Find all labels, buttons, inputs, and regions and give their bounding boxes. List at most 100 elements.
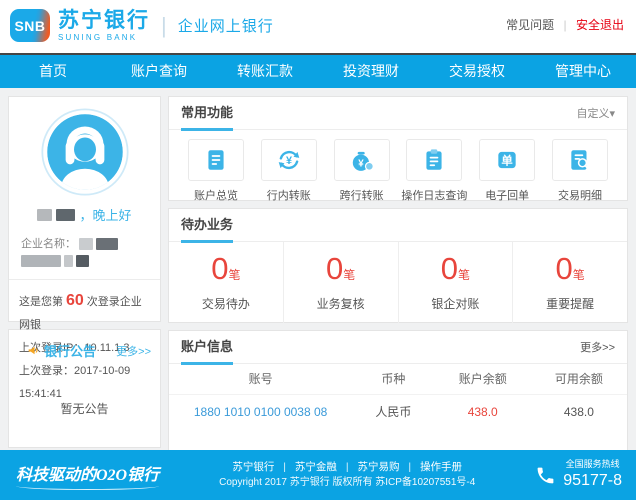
todo-important-reminders[interactable]: 0笔 重要提醒 bbox=[513, 242, 627, 323]
redacted-company bbox=[21, 255, 61, 267]
user-avatar bbox=[41, 108, 129, 196]
quick-functions-header: 常用功能 自定义▾ bbox=[169, 97, 627, 130]
quick-func-intrabank-transfer[interactable]: ¥ 行内转账 bbox=[254, 139, 324, 203]
redacted-name bbox=[56, 209, 75, 221]
todo-grid: 0笔 交易待办 0笔 业务复核 0笔 银企对账 0笔 重要提醒 bbox=[169, 242, 627, 323]
account-info-header: 账户信息 更多>> bbox=[169, 331, 627, 364]
hotline-label: 全国服务热线 bbox=[563, 459, 622, 470]
top-header: SNB 苏宁银行 SUNING BANK | 企业网上银行 常见问题 | 安全退… bbox=[0, 0, 636, 53]
page-footer: 科技驱动的O2O银行 苏宁银行 | 苏宁金融 | 苏宁易购 | 操作手册 Cop… bbox=[0, 450, 636, 500]
nav-item-transfer[interactable]: 转账汇款 bbox=[212, 55, 318, 88]
column-balance: 账户余额 bbox=[435, 364, 531, 394]
account-info-card: 账户信息 更多>> 账号 币种 账户余额 可用余额 1880 1010 0100… bbox=[168, 330, 628, 451]
column-currency: 币种 bbox=[352, 364, 434, 394]
svg-text:单: 单 bbox=[502, 153, 513, 167]
company-name-label: 企业名称： bbox=[21, 236, 76, 252]
product-name: 企业网上银行 bbox=[178, 15, 274, 36]
company-name-row: 企业名称： bbox=[9, 224, 160, 267]
greeting: ，晚上好 bbox=[9, 205, 160, 224]
footer-center: 苏宁银行 | 苏宁金融 | 苏宁易购 | 操作手册 Copyright 2017… bbox=[159, 460, 535, 490]
announcement-title-group: 银行公告 bbox=[27, 341, 96, 360]
redacted-company bbox=[76, 255, 89, 267]
footer-hotline: 全国服务热线 95177-8 bbox=[535, 459, 622, 490]
icon-box: 单 bbox=[479, 139, 535, 181]
account-table-row: 1880 1010 0100 0038 08 人民币 438.0 438.0 bbox=[169, 394, 627, 429]
todo-business-review[interactable]: 0笔 业务复核 bbox=[284, 242, 399, 323]
quick-func-account-overview[interactable]: 账户总览 bbox=[181, 139, 251, 203]
yuan-cycle-icon: ¥ bbox=[276, 147, 302, 173]
logout-link[interactable]: 安全退出 bbox=[576, 18, 624, 32]
logo-divider: | bbox=[161, 13, 167, 39]
redacted-company bbox=[79, 238, 93, 250]
account-number-link[interactable]: 1880 1010 0100 0038 08 bbox=[169, 394, 352, 429]
customize-link[interactable]: 自定义▾ bbox=[576, 105, 615, 121]
nav-item-investment[interactable]: 投资理财 bbox=[318, 55, 424, 88]
footer-slogan: 科技驱动的O2O银行 bbox=[16, 461, 159, 490]
todo-card: 待办业务 0笔 交易待办 0笔 业务复核 0笔 银企对账 0笔 重要提醒 bbox=[168, 208, 628, 323]
nav-item-home[interactable]: 首页 bbox=[0, 55, 106, 88]
quick-functions-card: 常用功能 自定义▾ 账户总览 bbox=[168, 96, 628, 201]
icon-box: ¥ bbox=[334, 139, 390, 181]
redacted-name bbox=[37, 209, 52, 221]
link-separator: | bbox=[564, 18, 567, 32]
announcement-title: 银行公告 bbox=[44, 341, 96, 360]
redacted-company bbox=[96, 238, 118, 250]
faq-link[interactable]: 常见问题 bbox=[506, 18, 554, 32]
icon-box bbox=[552, 139, 608, 181]
todo-header: 待办业务 bbox=[169, 209, 627, 242]
account-info-more-link[interactable]: 更多>> bbox=[580, 339, 615, 355]
quick-func-operation-log[interactable]: 操作日志查询 bbox=[399, 139, 469, 203]
login-count-value: 60 bbox=[66, 292, 84, 309]
hotline-text: 全国服务热线 95177-8 bbox=[563, 459, 622, 490]
todo-title: 待办业务 bbox=[181, 209, 233, 242]
quick-func-interbank-transfer[interactable]: ¥ 跨行转账 bbox=[327, 139, 397, 203]
greeting-text: ，晚上好 bbox=[79, 205, 131, 224]
redacted-company bbox=[64, 255, 73, 267]
currency-value: 人民币 bbox=[352, 394, 434, 429]
nav-item-management[interactable]: 管理中心 bbox=[530, 55, 636, 88]
icon-box: ¥ bbox=[261, 139, 317, 181]
nav-item-account-query[interactable]: 账户查询 bbox=[106, 55, 212, 88]
quick-func-e-receipt[interactable]: 单 电子回单 bbox=[472, 139, 542, 203]
balance-value: 438.0 bbox=[435, 394, 531, 429]
footer-link-suning-bank[interactable]: 苏宁银行 bbox=[232, 461, 274, 473]
quick-func-transaction-detail[interactable]: 交易明细 bbox=[545, 139, 615, 203]
svg-text:¥: ¥ bbox=[358, 159, 364, 170]
footer-links: 苏宁银行 | 苏宁金融 | 苏宁易购 | 操作手册 bbox=[159, 460, 535, 475]
main-content: 常用功能 自定义▾ 账户总览 bbox=[168, 96, 628, 451]
footer-link-manual[interactable]: 操作手册 bbox=[420, 461, 462, 473]
column-available-balance: 可用余额 bbox=[531, 364, 627, 394]
account-table: 账号 币种 账户余额 可用余额 1880 1010 0100 0038 08 人… bbox=[169, 364, 627, 429]
available-balance-value: 438.0 bbox=[531, 394, 627, 429]
nav-item-authorization[interactable]: 交易授权 bbox=[424, 55, 530, 88]
profile-card: ，晚上好 企业名称： 这是您第60次登录企业网银 上次登录IP：10.11.1.… bbox=[8, 96, 161, 322]
bank-name-en: SUNING BANK bbox=[58, 34, 150, 42]
doc-search-icon bbox=[567, 147, 593, 173]
document-icon bbox=[203, 147, 229, 173]
announcement-more-link[interactable]: 更多>> bbox=[116, 343, 151, 359]
todo-pending-transactions[interactable]: 0笔 交易待办 bbox=[169, 242, 284, 323]
account-table-header-row: 账号 币种 账户余额 可用余额 bbox=[169, 364, 627, 394]
bank-name: 苏宁银行 SUNING BANK bbox=[58, 10, 150, 42]
main-nav: 首页 账户查询 转账汇款 投资理财 交易授权 管理中心 bbox=[0, 53, 636, 88]
footer-link-suning-shopping[interactable]: 苏宁易购 bbox=[357, 461, 399, 473]
icon-box bbox=[406, 139, 462, 181]
account-info-title: 账户信息 bbox=[181, 331, 233, 364]
receipt-icon: 单 bbox=[494, 147, 520, 173]
footer-copyright: Copyright 2017 苏宁银行 版权所有 苏ICP备10207551号-… bbox=[159, 475, 535, 490]
bank-name-cn: 苏宁银行 bbox=[58, 10, 150, 31]
snb-logo-badge: SNB bbox=[10, 9, 50, 42]
icon-box bbox=[188, 139, 244, 181]
footer-link-suning-finance[interactable]: 苏宁金融 bbox=[295, 461, 337, 473]
sidebar: ，晚上好 企业名称： 这是您第60次登录企业网银 上次登录IP：10.11.1.… bbox=[8, 96, 161, 448]
phone-icon bbox=[535, 465, 556, 486]
megaphone-icon bbox=[27, 344, 40, 357]
quick-functions-title: 常用功能 bbox=[181, 97, 233, 130]
todo-bank-reconciliation[interactable]: 0笔 银企对账 bbox=[399, 242, 514, 323]
top-links: 常见问题 | 安全退出 bbox=[506, 16, 624, 33]
bank-logo: SNB 苏宁银行 SUNING BANK | 企业网上银行 bbox=[10, 9, 274, 42]
quick-function-list: 账户总览 ¥ 行内转账 bbox=[169, 130, 627, 203]
page: SNB 苏宁银行 SUNING BANK | 企业网上银行 常见问题 | 安全退… bbox=[0, 0, 636, 500]
clipboard-icon bbox=[421, 147, 447, 173]
money-bag-icon: ¥ bbox=[349, 147, 375, 173]
